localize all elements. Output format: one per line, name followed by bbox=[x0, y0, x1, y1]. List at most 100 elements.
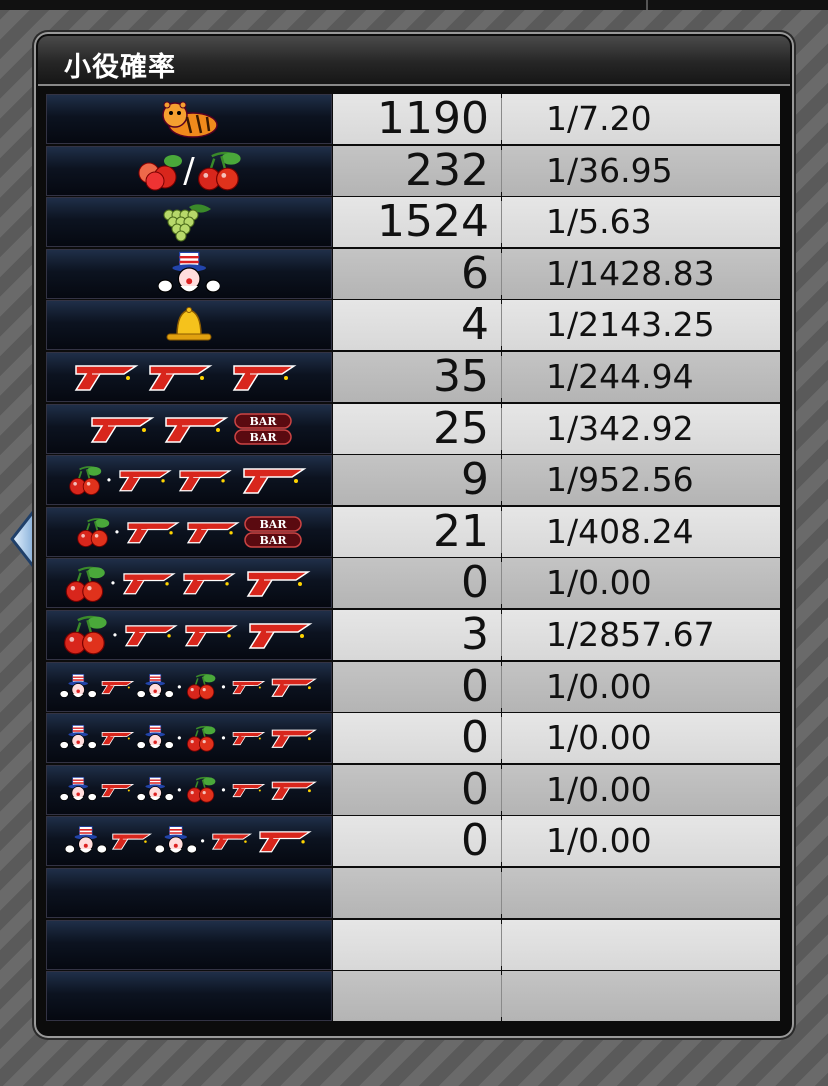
sam-seven-plus-cherry-plus-seven-icon: • • bbox=[46, 662, 332, 712]
row-count: 0 bbox=[461, 815, 489, 867]
peach-or-cherry-icon: / bbox=[46, 146, 332, 196]
row-count-cell: 0 bbox=[333, 661, 501, 712]
row-count: 25 bbox=[433, 402, 489, 454]
row-icon-cell bbox=[46, 352, 332, 402]
row-probability-cell: 1/5.63 bbox=[502, 197, 780, 248]
row-probability-cell bbox=[502, 868, 780, 918]
column-divider bbox=[501, 252, 502, 295]
row-probability: 1/1428.83 bbox=[546, 253, 715, 293]
row-probability-cell: 1/36.95 bbox=[502, 145, 780, 196]
grape-icon bbox=[46, 197, 332, 247]
row-probability: 1/244.94 bbox=[546, 357, 694, 396]
row-count: 1524 bbox=[377, 196, 489, 248]
row-probability: 1/408.24 bbox=[546, 511, 694, 551]
svg-text:BAR: BAR bbox=[250, 415, 278, 428]
row-probability-cell: 1/2857.67 bbox=[502, 610, 780, 660]
table-row: • • 0 1/0.00 bbox=[46, 763, 780, 815]
row-probability-cell: 1/0.00 bbox=[502, 558, 780, 609]
row-probability: 1/342.92 bbox=[546, 408, 694, 448]
cherry-plus-seven-seven-seven-icon: • bbox=[46, 455, 332, 505]
column-divider bbox=[501, 459, 502, 502]
row-probability: 1/5.63 bbox=[546, 202, 652, 242]
row-icon-cell bbox=[46, 197, 332, 248]
row-count: 0 bbox=[461, 763, 489, 815]
row-icon-cell: • bbox=[46, 610, 332, 660]
column-divider bbox=[501, 614, 502, 656]
row-icon-cell: • • bbox=[46, 713, 332, 764]
row-probability: 1/0.00 bbox=[546, 666, 652, 706]
row-probability: 1/0.00 bbox=[546, 821, 652, 861]
top-bar-divider bbox=[646, 0, 648, 10]
row-probability: 1/7.20 bbox=[546, 99, 652, 138]
row-icon-cell: • bbox=[46, 816, 332, 867]
row-probability: 1/0.00 bbox=[546, 563, 652, 603]
row-count-cell: 0 bbox=[333, 763, 501, 815]
panel-title: 小役確率 bbox=[64, 52, 176, 83]
seven-seven-bar-icon: BAR BAR bbox=[46, 404, 332, 454]
row-count: 9 bbox=[461, 454, 489, 506]
table-row: • 3 1/2857.67 bbox=[46, 610, 780, 660]
sam-seven-plus-cherry-plus-seven-icon: • • bbox=[46, 713, 332, 763]
row-count-cell: 35 bbox=[333, 352, 501, 402]
panel-titlebar: 小役確率 bbox=[38, 36, 790, 86]
row-probability-cell: 1/0.00 bbox=[502, 661, 780, 712]
row-count-cell: 0 bbox=[333, 815, 501, 867]
column-divider bbox=[501, 975, 502, 1018]
column-divider bbox=[501, 768, 502, 811]
row-count: 21 bbox=[433, 505, 489, 557]
row-probability-cell: 1/408.24 bbox=[502, 506, 780, 557]
row-icon-cell bbox=[46, 868, 332, 918]
column-divider bbox=[501, 665, 502, 708]
row-icon-cell: BAR BAR bbox=[46, 403, 332, 454]
row-probability-cell: 1/952.56 bbox=[502, 455, 780, 506]
seven-seven-seven-icon bbox=[46, 352, 332, 402]
row-probability: 1/0.00 bbox=[546, 718, 652, 758]
row-icon-cell bbox=[46, 94, 332, 144]
table-row: • 9 1/952.56 bbox=[46, 454, 780, 506]
row-count-cell: 0 bbox=[333, 713, 501, 764]
table-row: • 0 1/0.00 bbox=[46, 557, 780, 609]
table-row: 6 1/1428.83 bbox=[46, 247, 780, 299]
sam-seven-plus-cherry-plus-seven-icon: • • bbox=[46, 765, 332, 815]
sam-seven-sam-plus-seven-icon: • bbox=[46, 816, 332, 866]
table-row: 4 1/2143.25 bbox=[46, 299, 780, 351]
row-probability-cell: 1/0.00 bbox=[502, 713, 780, 764]
cherry-plus-seven-seven-bar-icon: • BAR BAR bbox=[46, 507, 332, 557]
column-divider bbox=[501, 149, 502, 192]
table-row: 35 1/244.94 bbox=[46, 352, 780, 402]
row-count-cell: 6 bbox=[333, 247, 501, 299]
row-probability-cell: 1/7.20 bbox=[502, 94, 780, 144]
row-count: 35 bbox=[433, 351, 489, 402]
row-probability: 1/2143.25 bbox=[546, 305, 715, 345]
row-icon-cell: / bbox=[46, 145, 332, 196]
row-probability-cell: 1/2143.25 bbox=[502, 300, 780, 351]
table-row: • • 0 1/0.00 bbox=[46, 661, 780, 712]
row-probability-cell: 1/0.00 bbox=[502, 764, 780, 815]
cherry-single-plus-seven-seven-seven-icon: • bbox=[46, 610, 332, 660]
column-divider bbox=[501, 407, 502, 450]
row-count-cell: 9 bbox=[333, 454, 501, 506]
svg-text:BAR: BAR bbox=[250, 431, 278, 444]
row-count: 6 bbox=[461, 247, 489, 299]
row-count: 0 bbox=[461, 557, 489, 609]
row-count-cell bbox=[333, 919, 501, 970]
row-icon-cell bbox=[46, 919, 332, 970]
column-divider bbox=[501, 356, 502, 398]
column-divider bbox=[501, 562, 502, 605]
row-probability: 1/952.56 bbox=[546, 460, 694, 500]
column-divider bbox=[501, 717, 502, 760]
column-divider bbox=[501, 820, 502, 863]
row-count-cell: 25 bbox=[333, 402, 501, 454]
row-icon-cell: • bbox=[46, 455, 332, 506]
row-count-cell: 3 bbox=[333, 610, 501, 660]
row-count-cell: 0 bbox=[333, 557, 501, 609]
tiger-icon bbox=[46, 94, 332, 144]
row-count: 4 bbox=[461, 299, 489, 351]
row-probability: 1/2857.67 bbox=[546, 615, 715, 654]
row-count-cell: 1524 bbox=[333, 196, 501, 248]
row-icon-cell: • bbox=[46, 558, 332, 609]
table-row: BAR BAR 25 1/342.92 bbox=[46, 402, 780, 454]
svg-text:BAR: BAR bbox=[260, 534, 288, 547]
row-count-cell: 4 bbox=[333, 299, 501, 351]
column-divider bbox=[501, 201, 502, 244]
